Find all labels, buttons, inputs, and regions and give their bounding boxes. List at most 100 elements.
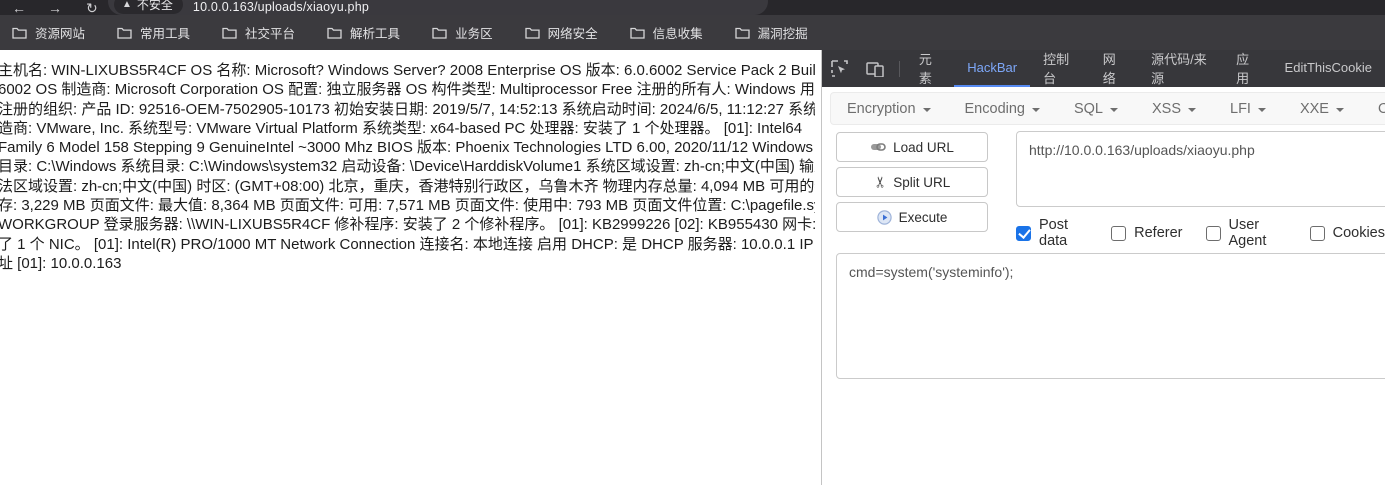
bookmark-folder[interactable]: 业务区 [432, 23, 493, 42]
bookmark-label: 业务区 [455, 27, 493, 41]
menu-lfi[interactable]: LFI [1230, 101, 1266, 117]
folder-icon [12, 27, 27, 39]
tab-elements[interactable]: 元素 [906, 50, 954, 87]
execute-label: Execute [898, 209, 948, 225]
play-icon [876, 209, 892, 225]
security-badge[interactable]: ▲ 不安全 [114, 0, 183, 14]
checkbox-icon[interactable] [1111, 225, 1127, 241]
systeminfo-line: 址 [01]: 10.0.0.163 [0, 254, 122, 272]
inspect-element-icon[interactable] [822, 50, 857, 87]
menu-label: XSS [1152, 100, 1182, 117]
chevron-down-icon [922, 107, 931, 112]
bookmark-folder[interactable]: 信息收集 [629, 23, 703, 42]
address-bar[interactable]: ▲ 不安全 10.0.0.163/uploads/xiaoyu.php [108, 0, 768, 15]
bookmark-label: 漏洞挖掘 [757, 27, 808, 41]
menu-label: Encryption [847, 100, 916, 117]
checkbox-icon[interactable] [1309, 225, 1325, 241]
post-data-checkbox[interactable]: Post data [1016, 217, 1088, 249]
folder-icon [432, 27, 447, 39]
tab-hackbar[interactable]: HackBar [954, 50, 1031, 87]
post-data-input[interactable]: cmd=system('systeminfo'); [836, 253, 1385, 379]
bookmark-label: 常用工具 [140, 27, 191, 41]
folder-icon [524, 27, 540, 39]
bookmark-folder[interactable]: 社交平台 [222, 23, 295, 42]
checkbox-icon[interactable] [1205, 225, 1221, 241]
checkbox-label: Referer [1134, 225, 1183, 241]
bookmark-folder[interactable]: 漏洞挖掘 [734, 23, 808, 42]
checkbox-label: Cookies [1332, 225, 1385, 241]
bookmark-label: 解析工具 [350, 27, 401, 41]
menu-sql[interactable]: SQL [1074, 101, 1118, 117]
menu-label: Other [1377, 100, 1385, 117]
back-icon[interactable]: ← [12, 1, 26, 15]
split-url-label: Split URL [893, 174, 951, 190]
chevron-down-icon [1110, 107, 1118, 112]
warning-icon: ▲ [122, 0, 132, 10]
menu-encoding[interactable]: Encoding [965, 101, 1040, 117]
load-url-button[interactable]: Load URL [836, 132, 988, 162]
bookmarks-bar: 资源网站 常用工具 社交平台 解析工具 业务区 网络安全 信息收集 漏洞挖掘 [0, 15, 1385, 50]
bookmark-folder[interactable]: 解析工具 [327, 23, 400, 42]
bookmark-label: 网络安全 [547, 27, 598, 41]
menu-label: LFI [1230, 100, 1251, 117]
tab-console[interactable]: 控制台 [1030, 50, 1090, 87]
checkbox-label: User Agent [1228, 217, 1267, 249]
tab-sources[interactable]: 源代码/来源 [1138, 50, 1223, 87]
systeminfo-line: 主机名: WIN-LIXUBS5R4CF OS 名称: Microsoft? W… [0, 62, 815, 79]
security-label: 不安全 [136, 0, 173, 12]
chevron-down-icon [1257, 107, 1266, 112]
folder-icon [222, 27, 237, 39]
user-agent-checkbox[interactable]: User Agent [1205, 217, 1287, 249]
tab-application[interactable]: 应用 [1223, 50, 1271, 87]
referer-checkbox[interactable]: Referer [1111, 225, 1183, 241]
chevron-down-icon [1335, 107, 1344, 112]
systeminfo-line: 目录: C:\Windows 系统目录: C:\Windows\system32… [0, 158, 815, 176]
execute-button[interactable]: Execute [836, 202, 988, 232]
tab-editthiscookie[interactable]: EditThisCookie [1272, 50, 1385, 87]
bookmark-label: 信息收集 [652, 27, 703, 41]
systeminfo-line: 法区域设置: zh-cn;中文(中国) 时区: (GMT+08:00) 北京，重… [0, 177, 815, 195]
page-content: 主机名: WIN-LIXUBS5R4CF OS 名称: Microsoft? W… [0, 50, 821, 485]
menu-encryption[interactable]: Encryption [847, 101, 931, 117]
refresh-icon[interactable]: ↻ [86, 1, 98, 15]
options-row: Post data Referer User Agent Cookies [1016, 217, 1385, 249]
menu-xxe[interactable]: XXE [1300, 101, 1344, 117]
chevron-down-icon [1188, 107, 1197, 112]
load-url-label: Load URL [893, 139, 954, 155]
checkbox-icon[interactable] [1016, 225, 1031, 241]
systeminfo-line: 了 1 个 NIC。 [01]: Intel(R) PRO/1000 MT Ne… [0, 235, 815, 253]
split-url-button[interactable]: ✂ Split URL [836, 167, 988, 197]
devtools-tabbar: 元素 HackBar 控制台 网络 源代码/来源 应用 EditThisCook… [822, 50, 1385, 87]
browser-chrome: ← → ↻ ▲ 不安全 10.0.0.163/uploads/xiaoyu.ph… [0, 0, 1385, 15]
hackbar-menubar: Encryption Encoding SQL XSS LFI XXE Othe… [830, 92, 1385, 125]
systeminfo-line: Family 6 Model 158 Stepping 9 GenuineInt… [0, 139, 814, 157]
folder-icon [327, 27, 342, 39]
url-input[interactable]: http://10.0.0.163/uploads/xiaoyu.php [1016, 131, 1385, 207]
bookmark-label: 资源网站 [35, 27, 86, 41]
systeminfo-line: WORKGROUP 登录服务器: \\WIN-LIXUBS5R4CF 修补程序:… [0, 216, 815, 234]
devtools-panel: 元素 HackBar 控制台 网络 源代码/来源 应用 EditThisCook… [822, 50, 1385, 485]
menu-label: Encoding [964, 100, 1025, 117]
bookmark-folder[interactable]: 资源网站 [12, 23, 85, 42]
menu-xss[interactable]: XSS [1152, 100, 1197, 117]
tab-network[interactable]: 网络 [1090, 50, 1138, 87]
systeminfo-line: 注册的组织: 产品 ID: 92516-OEM-7502905-10173 初始… [0, 100, 815, 118]
folder-icon [734, 27, 750, 39]
load-url-icon [871, 143, 886, 151]
folder-icon [629, 27, 645, 39]
systeminfo-line: 存: 3,229 MB 页面文件: 最大值: 8,364 MB 页面文件: 可用… [0, 197, 815, 215]
systeminfo-line: 造商: VMware, Inc. 系统型号: VMware Virtual Pl… [0, 119, 803, 137]
menu-label: SQL [1073, 100, 1103, 117]
bookmark-folder[interactable]: 常用工具 [117, 23, 190, 42]
forward-icon[interactable]: → [48, 1, 62, 15]
bookmark-folder[interactable]: 网络安全 [524, 23, 598, 42]
bookmark-label: 社交平台 [245, 27, 296, 41]
cookies-checkbox[interactable]: Cookies [1309, 225, 1385, 241]
url-text: 10.0.0.163/uploads/xiaoyu.php [192, 0, 369, 14]
menu-other[interactable]: Other [1378, 101, 1385, 117]
menu-label: XXE [1299, 100, 1329, 117]
device-toolbar-icon[interactable] [857, 50, 893, 87]
folder-icon [117, 27, 132, 39]
chevron-down-icon [1031, 107, 1040, 112]
systeminfo-line: 6002 OS 制造商: Microsoft Corporation OS 配置… [0, 81, 815, 99]
